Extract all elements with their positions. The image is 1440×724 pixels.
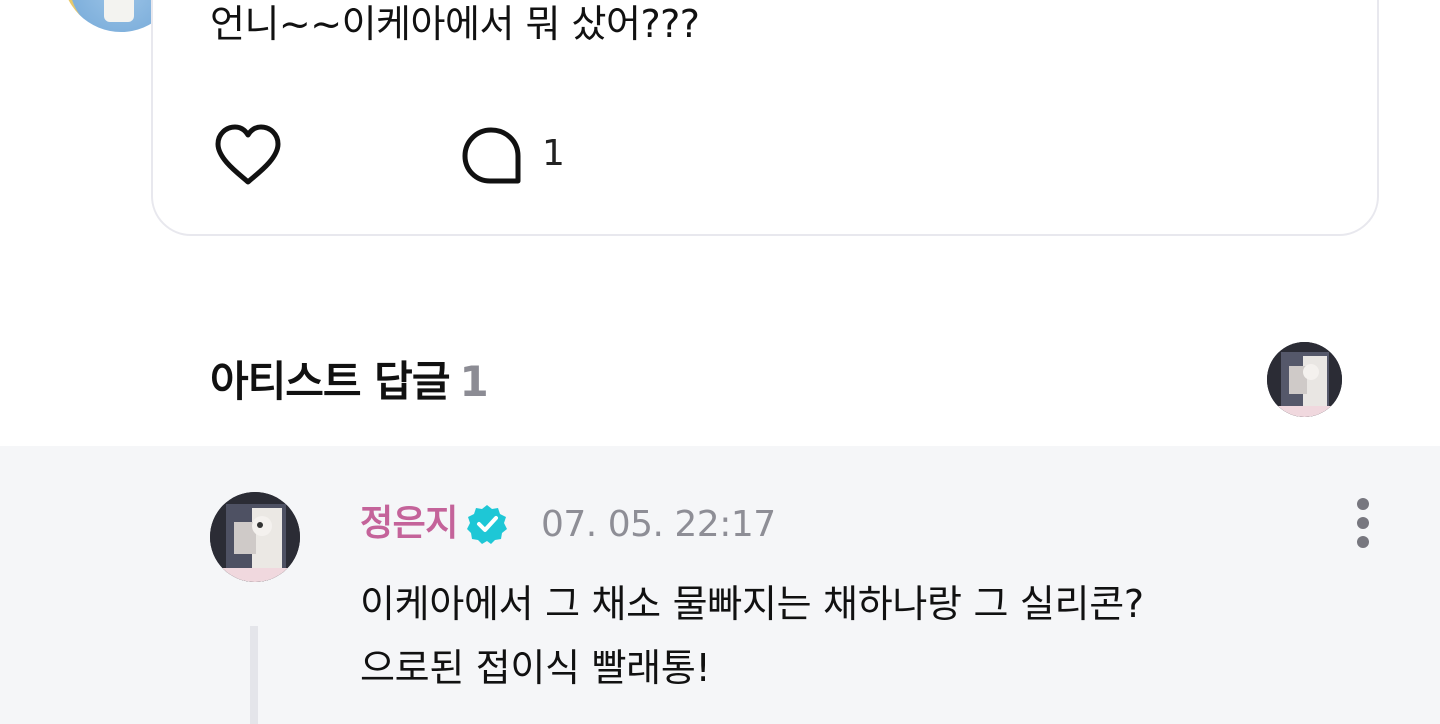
speech-bubble-icon — [462, 127, 521, 184]
reply-author-avatar[interactable] — [210, 492, 300, 582]
thread-line — [250, 626, 258, 724]
like-button[interactable] — [212, 122, 284, 188]
verified-badge-icon — [466, 503, 508, 545]
more-options-button[interactable] — [1346, 496, 1380, 550]
more-vertical-icon — [1357, 498, 1369, 510]
reply-text-line: 으로된 접이식 빨래통! — [360, 646, 711, 690]
comment-button[interactable] — [460, 124, 524, 188]
reply-author-name[interactable]: 정은지 — [360, 498, 458, 550]
artist-replies-title: 아티스트 답글 — [210, 357, 450, 406]
reply-timestamp: 07. 05. 22:17 — [541, 504, 776, 545]
heart-icon — [215, 124, 281, 185]
artist-replies-header: 아티스트 답글 1 — [210, 352, 489, 412]
reply-text: 이케아에서 그 채소 물빠지는 채하나랑 그 실리콘? 으로된 접이식 빨래통! — [360, 572, 1320, 700]
artist-avatar-small[interactable] — [1267, 342, 1342, 417]
artist-replies-count: 1 — [459, 357, 488, 406]
post-text: 언니~~이케아에서 뭐 샀어??? — [210, 2, 700, 46]
reply-text-line: 이케아에서 그 채소 물빠지는 채하나랑 그 실리콘? — [360, 582, 1144, 626]
comment-count: 1 — [542, 133, 565, 174]
